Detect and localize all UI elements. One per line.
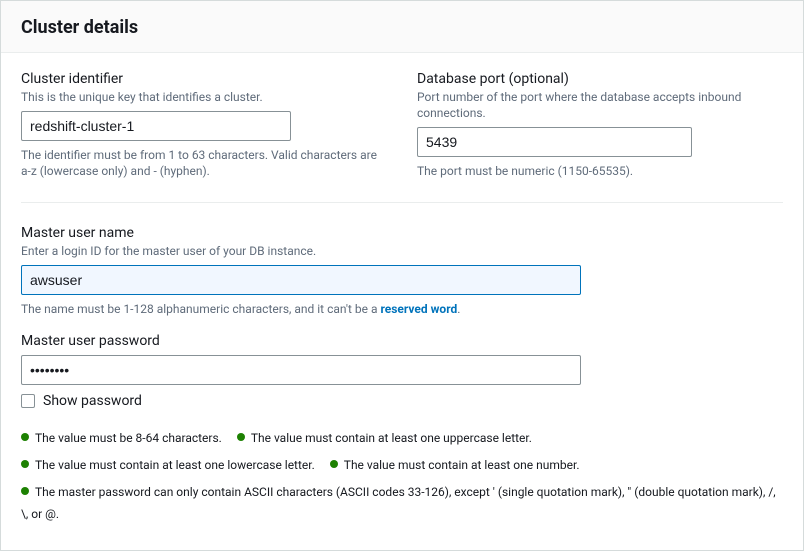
hint-suffix: . (457, 302, 460, 316)
panel-header: Cluster details (1, 1, 803, 53)
status-dot-icon (237, 433, 245, 441)
status-dot-icon (21, 460, 29, 468)
database-port-hint: The port must be numeric (1150-65535). (417, 163, 783, 179)
database-port-input[interactable] (417, 127, 692, 157)
show-password-label: Show password (43, 393, 142, 409)
hint-prefix: The name must be 1-128 alphanumeric char… (21, 302, 380, 316)
show-password-row: Show password (21, 393, 783, 409)
rule-ascii: The master password can only contain ASC… (21, 485, 776, 522)
master-user-name-label: Master user name (21, 225, 783, 241)
top-row: Cluster identifier This is the unique ke… (21, 71, 783, 180)
rule-uppercase: The value must contain at least one uppe… (237, 431, 532, 445)
cluster-identifier-label: Cluster identifier (21, 71, 387, 87)
master-user-name-desc: Enter a login ID for the master user of … (21, 243, 783, 259)
database-port-desc: Port number of the port where the databa… (417, 89, 783, 121)
master-user-password-label: Master user password (21, 333, 783, 349)
cluster-details-panel: Cluster details Cluster identifier This … (0, 0, 804, 551)
master-user-name-field: Master user name Enter a login ID for th… (21, 225, 783, 317)
master-user-name-input[interactable] (21, 265, 581, 295)
status-dot-icon (21, 433, 29, 441)
cluster-identifier-input[interactable] (21, 111, 291, 141)
status-dot-icon (21, 487, 29, 495)
reserved-word-link[interactable]: reserved word (380, 302, 457, 316)
status-dot-icon (330, 460, 338, 468)
cluster-identifier-hint: The identifier must be from 1 to 63 char… (21, 147, 387, 179)
cluster-identifier-field: Cluster identifier This is the unique ke… (21, 71, 387, 180)
panel-body: Cluster identifier This is the unique ke… (1, 53, 803, 550)
master-user-password-input[interactable] (21, 355, 581, 385)
rule-number: The value must contain at least one numb… (330, 458, 580, 472)
master-user-password-field: Master user password Show password (21, 333, 783, 409)
section-divider (21, 202, 783, 203)
master-user-name-hint: The name must be 1-128 alphanumeric char… (21, 301, 783, 317)
database-port-field: Database port (optional) Port number of … (417, 71, 783, 180)
cluster-identifier-desc: This is the unique key that identifies a… (21, 89, 387, 105)
rule-length: The value must be 8-64 characters. (21, 431, 222, 445)
panel-title: Cluster details (21, 17, 783, 38)
password-rules: The value must be 8-64 characters. The v… (21, 427, 783, 526)
database-port-label: Database port (optional) (417, 71, 783, 87)
show-password-checkbox[interactable] (21, 394, 35, 408)
rule-lowercase: The value must contain at least one lowe… (21, 458, 315, 472)
